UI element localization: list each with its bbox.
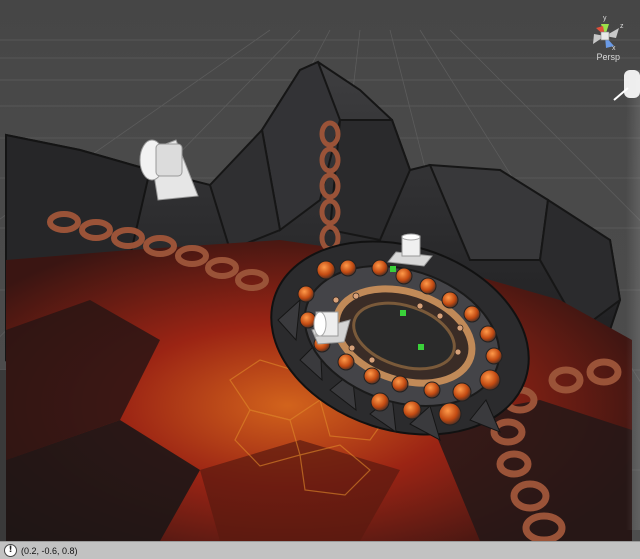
- axis-y-label: y: [603, 15, 607, 22]
- scene-view[interactable]: y z x Persp: [0, 0, 640, 541]
- axis-z-label: z: [620, 23, 624, 30]
- status-bar: ! (0.2, -0.6, 0.8): [0, 541, 640, 559]
- info-icon[interactable]: !: [4, 544, 17, 557]
- scene-canvas[interactable]: [0, 0, 640, 541]
- scene-scroll-strip: [626, 70, 640, 530]
- camera-mode-label[interactable]: Persp: [596, 52, 620, 62]
- axis-x-label: x: [612, 45, 616, 52]
- left-edge-strip: [0, 370, 6, 541]
- status-message[interactable]: (0.2, -0.6, 0.8): [21, 546, 78, 556]
